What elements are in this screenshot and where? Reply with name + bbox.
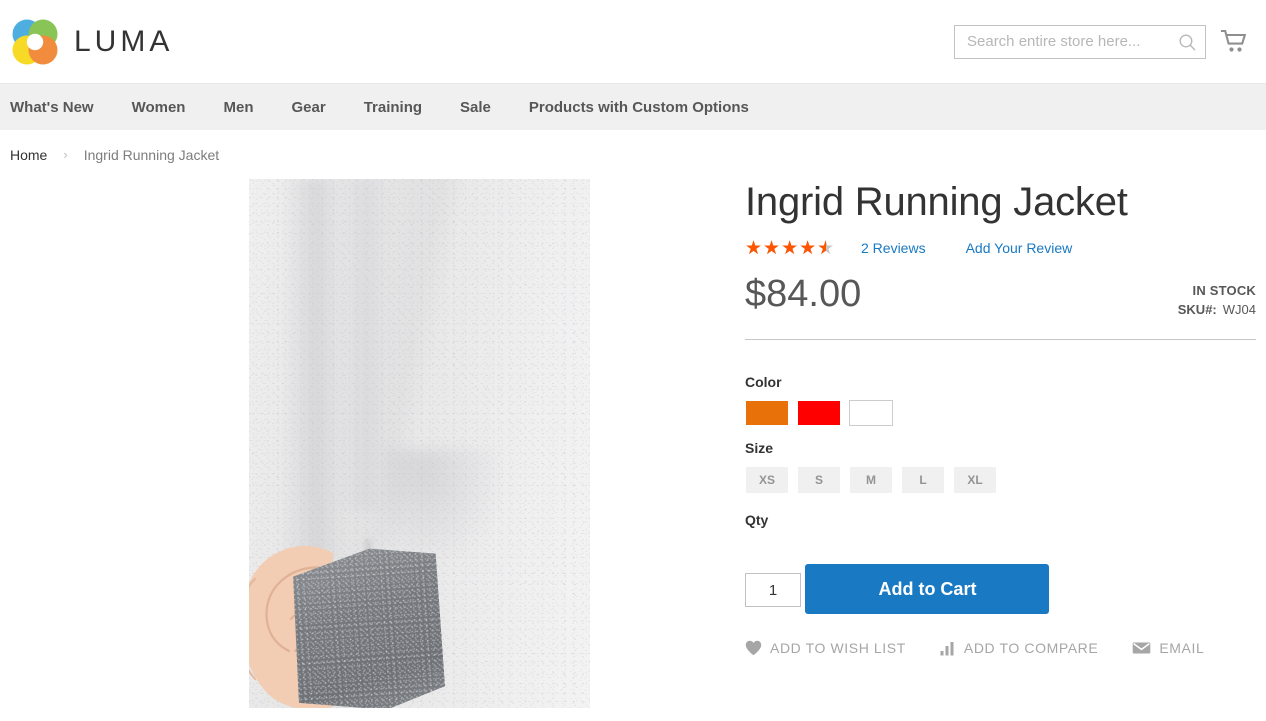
size-swatch-s[interactable]: S bbox=[797, 466, 841, 494]
star-rating[interactable]: ★★★★★ ★★★★★ bbox=[745, 238, 835, 258]
product-gallery bbox=[10, 179, 745, 708]
product-image[interactable] bbox=[231, 179, 590, 708]
color-swatch-group bbox=[745, 400, 1256, 426]
size-swatch-m[interactable]: M bbox=[849, 466, 893, 494]
sleeve-shadow bbox=[386, 449, 506, 569]
color-option-label: Color bbox=[745, 374, 782, 390]
add-to-compare-label: ADD TO COMPARE bbox=[963, 640, 1099, 656]
size-swatch-l[interactable]: L bbox=[901, 466, 945, 494]
email-link[interactable]: EMAIL bbox=[1132, 640, 1204, 656]
nav-item-men[interactable]: Men bbox=[223, 99, 253, 116]
add-to-wish-list-link[interactable]: ADD TO WISH LIST bbox=[745, 640, 906, 656]
product-price: $84.00 bbox=[745, 273, 862, 315]
size-swatch-group: XS S M L XL bbox=[745, 466, 1256, 494]
product-social-links: ADD TO WISH LIST ADD TO COMPARE EMAIL bbox=[745, 640, 1256, 656]
add-to-cart-button[interactable]: Add to Cart bbox=[805, 564, 1050, 614]
add-your-review-link[interactable]: Add Your Review bbox=[966, 240, 1073, 256]
site-header: LUMA bbox=[0, 0, 1266, 83]
rating-summary: ★★★★★ ★★★★★ 2 Reviews Add Your Review bbox=[745, 237, 1256, 259]
luma-flower-logo-icon bbox=[12, 19, 58, 64]
nav-item-women[interactable]: Women bbox=[132, 99, 186, 116]
product-info: Ingrid Running Jacket ★★★★★ ★★★★★ 2 Revi… bbox=[745, 179, 1256, 656]
logo[interactable]: LUMA bbox=[8, 15, 173, 69]
add-to-wish-list-label: ADD TO WISH LIST bbox=[770, 640, 906, 656]
page-title: Ingrid Running Jacket bbox=[745, 180, 1128, 224]
nav-item-products-with-custom-options[interactable]: Products with Custom Options bbox=[529, 99, 749, 116]
quantity-stepper[interactable] bbox=[745, 573, 801, 607]
star-rating-filled: ★★★★★ bbox=[745, 238, 826, 258]
sleeve-fold bbox=[283, 179, 343, 559]
reviews-count-link[interactable]: 2 Reviews bbox=[861, 240, 926, 256]
search-box[interactable] bbox=[954, 24, 1206, 59]
sku-label: SKU#: bbox=[1177, 302, 1217, 317]
breadcrumb: Home › Ingrid Running Jacket bbox=[0, 130, 1266, 179]
breadcrumb-home-link[interactable]: Home bbox=[10, 147, 47, 163]
size-option-label: Size bbox=[745, 440, 774, 456]
product-image-canvas bbox=[231, 179, 590, 708]
sleeve-fold bbox=[339, 179, 385, 509]
heart-icon bbox=[745, 640, 762, 656]
color-swatch-orange[interactable] bbox=[745, 400, 789, 426]
size-swatch-xl[interactable]: XL bbox=[953, 466, 997, 494]
envelope-icon bbox=[1132, 641, 1151, 655]
breadcrumb-separator-icon: › bbox=[63, 147, 68, 162]
product-main: Ingrid Running Jacket ★★★★★ ★★★★★ 2 Revi… bbox=[0, 179, 1266, 708]
status-badge: IN STOCK bbox=[1192, 283, 1256, 298]
product-page: LUMA What's New Women Men Gear Training … bbox=[0, 0, 1266, 721]
search-input[interactable] bbox=[965, 26, 1175, 57]
color-swatch-red[interactable] bbox=[797, 400, 841, 426]
main-navigation: What's New Women Men Gear Training Sale … bbox=[0, 83, 1266, 130]
sku: SKU#: WJ04 bbox=[1178, 302, 1256, 317]
header-right bbox=[954, 0, 1266, 83]
sku-value: WJ04 bbox=[1222, 302, 1256, 317]
nav-item-training[interactable]: Training bbox=[364, 99, 422, 116]
breadcrumb-current: Ingrid Running Jacket bbox=[83, 146, 220, 163]
qty-label: Qty bbox=[745, 512, 769, 528]
image-left-margin bbox=[231, 179, 249, 708]
stock-block: IN STOCK SKU#: WJ04 bbox=[1178, 275, 1256, 317]
search-icon[interactable] bbox=[1178, 33, 1197, 52]
nav-item-gear[interactable]: Gear bbox=[291, 99, 325, 116]
logo-text: LUMA bbox=[74, 24, 174, 58]
color-swatch-white[interactable] bbox=[849, 400, 893, 426]
nav-item-whats-new[interactable]: What's New bbox=[10, 99, 94, 116]
email-label: EMAIL bbox=[1159, 640, 1205, 656]
bar-chart-icon bbox=[940, 641, 956, 656]
size-swatch-xs[interactable]: XS bbox=[745, 466, 789, 494]
price-and-stock: $84.00 IN STOCK SKU#: WJ04 bbox=[745, 275, 1256, 340]
add-to-compare-link[interactable]: ADD TO COMPARE bbox=[940, 640, 1098, 656]
nav-item-sale[interactable]: Sale bbox=[460, 99, 491, 116]
shopping-cart-icon[interactable] bbox=[1220, 27, 1250, 57]
